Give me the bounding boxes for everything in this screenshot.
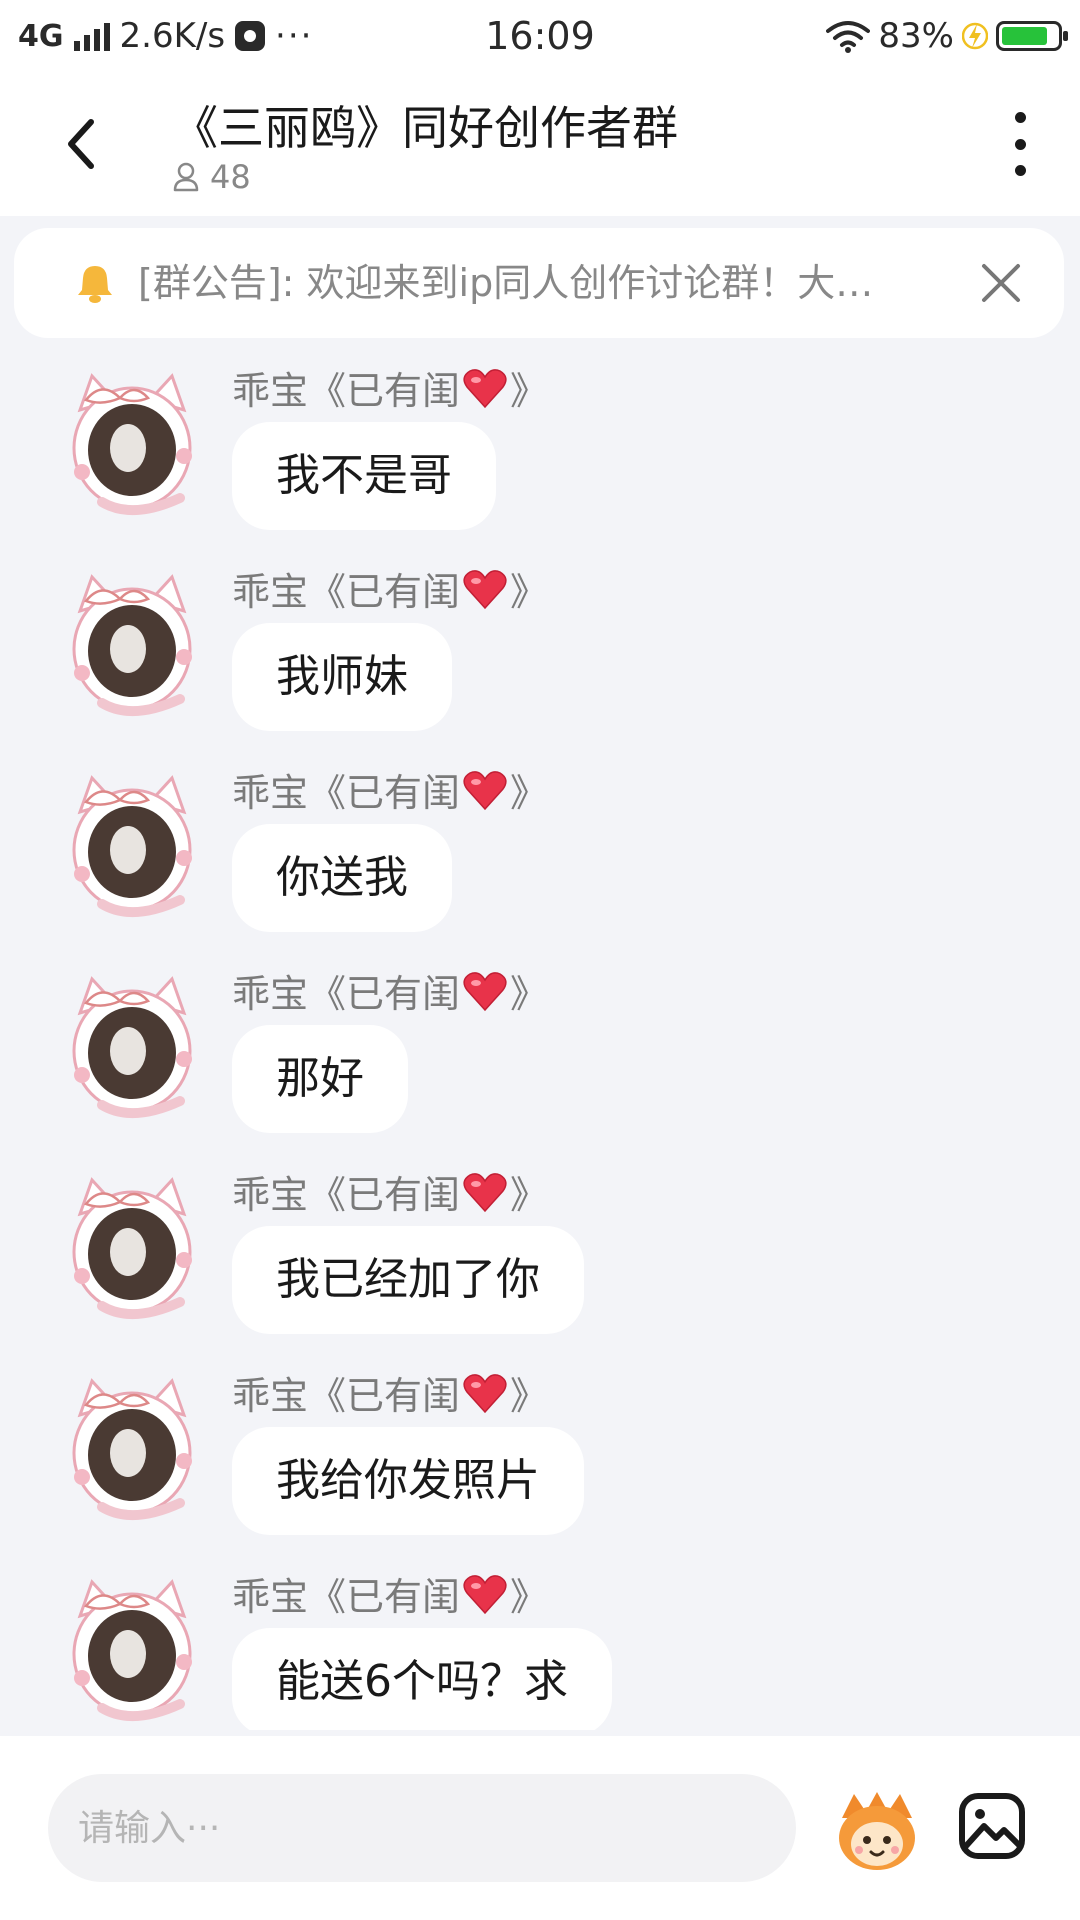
sender-name[interactable]: 乖宝《已有闺 》 [232,963,548,1018]
avatar[interactable] [62,973,202,1123]
sender-name-text: 乖宝《已有闺 [232,1575,461,1619]
sender-name-suffix: 》 [510,771,549,815]
member-count-row[interactable]: 48 [172,158,251,196]
message-item: 乖宝《已有闺 》 我已经加了你 [0,1164,1080,1364]
more-vertical-icon [1014,112,1026,123]
heart-icon [462,1573,508,1615]
more-vertical-icon-dot [1014,165,1026,176]
avatar[interactable] [62,772,202,922]
sender-name[interactable]: 乖宝《已有闺 》 [232,1164,548,1219]
message-bubble[interactable]: 我不是哥 [232,422,496,530]
sender-name-text: 乖宝《已有闺 [232,369,461,413]
image-icon[interactable] [958,1792,1026,1860]
status-bar: 4G 2.6K/s ··· 16:09 83% [0,0,1080,72]
message-bubble[interactable]: 能送6个吗？求 [232,1628,612,1730]
sender-name[interactable]: 乖宝《已有闺 》 [232,360,548,415]
battery-percent: 83% [878,16,954,56]
sender-name-suffix: 》 [510,1374,549,1418]
message-bubble[interactable]: 你送我 [232,824,452,932]
battery-icon [996,21,1068,51]
avatar[interactable] [62,1375,202,1525]
heart-icon [462,970,508,1012]
status-right: 83% [826,14,1068,58]
avatar[interactable] [62,571,202,721]
charging-icon [962,22,988,50]
sender-name-suffix: 》 [510,570,549,614]
avatar[interactable] [62,1174,202,1324]
group-announcement[interactable]: [群公告]: 欢迎来到ip同人创作讨论群！大… [14,228,1064,338]
message-list[interactable]: 乖宝《已有闺 》 我不是哥 乖宝《已有闺 》 我师妹 乖宝《已有闺 》 你送我 … [0,360,1080,1730]
avatar[interactable] [62,1576,202,1726]
sender-name-suffix: 》 [510,972,549,1016]
person-icon [173,162,199,192]
announcement-text: [群公告]: 欢迎来到ip同人创作讨论群！大… [138,261,874,305]
heart-icon [462,769,508,811]
sender-name-text: 乖宝《已有闺 [232,1374,461,1418]
chevron-left-icon [68,119,94,169]
message-item: 乖宝《已有闺 》 那好 [0,963,1080,1163]
close-icon[interactable] [980,262,1022,304]
back-button[interactable] [50,106,110,182]
message-item: 乖宝《已有闺 》 我不是哥 [0,360,1080,560]
message-bubble[interactable]: 我师妹 [232,623,452,731]
heart-icon [462,568,508,610]
sender-name-text: 乖宝《已有闺 [232,1173,461,1217]
input-bar [0,1736,1080,1920]
message-item: 乖宝《已有闺 》 我师妹 [0,561,1080,761]
sender-name-suffix: 》 [510,1575,549,1619]
sender-name[interactable]: 乖宝《已有闺 》 [232,561,548,616]
heart-icon [462,367,508,409]
sender-name[interactable]: 乖宝《已有闺 》 [232,1566,548,1621]
more-menu-button[interactable] [1000,112,1040,176]
chat-header: 《三丽鸥》同好创作者群 48 [0,72,1080,216]
sender-name[interactable]: 乖宝《已有闺 》 [232,1365,548,1420]
message-bubble[interactable]: 我给你发照片 [232,1427,584,1535]
message-input[interactable] [48,1774,796,1882]
message-item: 乖宝《已有闺 》 能送6个吗？求 [0,1566,1080,1730]
chat-screen: 4G 2.6K/s ··· 16:09 83% 《三丽鸥》同好创作者群 48 [… [0,0,1080,1920]
message-bubble[interactable]: 那好 [232,1025,408,1133]
message-bubble[interactable]: 我已经加了你 [232,1226,584,1334]
battery-fill [1002,27,1047,45]
heart-icon [462,1372,508,1414]
sender-name[interactable]: 乖宝《已有闺 》 [232,762,548,817]
sender-name-text: 乖宝《已有闺 [232,972,461,1016]
more-vertical-icon-dot [1014,138,1026,150]
sender-name-suffix: 》 [510,1173,549,1217]
heart-icon [462,1171,508,1213]
sender-name-suffix: 》 [510,369,549,413]
message-item: 乖宝《已有闺 》 你送我 [0,762,1080,962]
sender-name-text: 乖宝《已有闺 [232,771,461,815]
member-count: 48 [210,158,251,196]
bell-icon [78,266,112,303]
avatar[interactable] [62,370,202,520]
emoji-mascot-icon[interactable] [832,1788,922,1872]
group-title[interactable]: 《三丽鸥》同好创作者群 [172,92,678,158]
wifi-icon [826,21,871,53]
message-item: 乖宝《已有闺 》 我给你发照片 [0,1365,1080,1565]
sender-name-text: 乖宝《已有闺 [232,570,461,614]
